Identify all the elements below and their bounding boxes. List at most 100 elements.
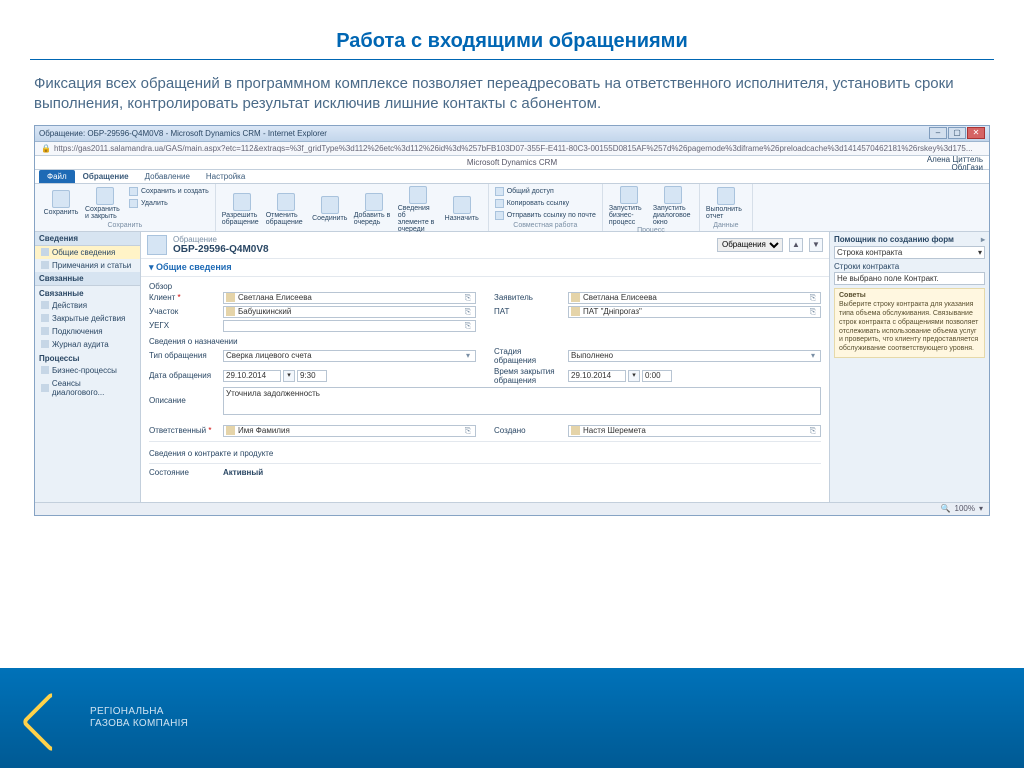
record-dropdown[interactable]: Обращения: [717, 238, 783, 252]
label-type: Тип обращения: [149, 351, 219, 360]
resolve-button[interactable]: Разрешить обращение: [222, 186, 262, 233]
person-icon: [226, 293, 235, 302]
lookup-icon[interactable]: ⎘: [808, 293, 818, 303]
assistant-close-icon[interactable]: ▸: [981, 235, 985, 244]
field-pat[interactable]: ПАТ "Дніпрогаз"⎘: [568, 306, 821, 318]
nav-item-notes[interactable]: Примечания и статьи: [35, 259, 140, 272]
connect-button[interactable]: Соединить: [310, 186, 350, 233]
nav-header-details: Сведения: [35, 232, 140, 246]
field-owner[interactable]: Имя Фамилия⎘: [223, 425, 476, 437]
save-new-button[interactable]: Сохранить и создать: [129, 186, 209, 197]
next-record-button[interactable]: ▼: [809, 238, 823, 252]
cancel-case-button[interactable]: Отменить обращение: [266, 186, 306, 233]
lookup-icon[interactable]: ⎘: [463, 426, 473, 436]
save-close-button[interactable]: Сохранить и закрыть: [85, 186, 125, 221]
section-general[interactable]: ▾ Общие сведения: [141, 259, 829, 277]
prev-record-button[interactable]: ▲: [789, 238, 803, 252]
assign-button[interactable]: Назначить: [442, 186, 482, 233]
tab-customize[interactable]: Настройка: [198, 170, 253, 183]
zoom-level: 100%: [955, 504, 975, 513]
lookup-icon[interactable]: ⎘: [463, 307, 473, 317]
label-created: Создано: [494, 426, 564, 435]
main-form: Обращение ОБР-29596-Q4M0V8 Обращения ▲ ▼…: [141, 232, 829, 502]
window-title: Обращение: ОБР-29596-Q4M0V8 - Microsoft …: [39, 129, 327, 138]
address-bar[interactable]: 🔒 https://gas2011.salamandra.ua/GAS/main…: [35, 142, 989, 156]
nav-item-closed-activities[interactable]: Закрытые действия: [35, 312, 140, 325]
field-description[interactable]: Уточнила задолженность: [223, 387, 821, 415]
cancel-icon: [277, 193, 295, 211]
field-client[interactable]: Светлана Елисеева⎘: [223, 292, 476, 304]
audit-icon: [41, 340, 49, 348]
statusbar: 🔍 100% ▾: [35, 502, 989, 515]
dlg-icon: [41, 384, 49, 392]
label-close-time: Время закрытия обращения: [494, 367, 564, 385]
email-link-button[interactable]: Отправить ссылку по почте: [495, 210, 596, 221]
field-stage[interactable]: Выполнено▾: [568, 350, 821, 362]
crm-header: Microsoft Dynamics CRM Алена Циттель Обл…: [35, 156, 989, 170]
footer-line2: ГАЗОВА КОМПАНІЯ: [90, 718, 188, 731]
lookup-icon[interactable]: ⎘: [463, 321, 473, 331]
field-close-time[interactable]: 0:00: [642, 370, 672, 382]
add-queue-button[interactable]: Добавить в очередь: [354, 186, 394, 233]
lookup-icon[interactable]: ⎘: [463, 293, 473, 303]
nav-item-activities[interactable]: Действия: [35, 299, 140, 312]
label-state: Состояние: [149, 468, 219, 477]
lock-icon: 🔒: [41, 144, 51, 153]
run-workflow-button[interactable]: Запустить бизнес-процесс: [609, 186, 649, 226]
label-pat: ПАТ: [494, 307, 564, 316]
case-icon: [147, 235, 167, 255]
nav-item-general[interactable]: Общие сведения: [35, 246, 140, 259]
slide-footer: РЕГІОНАЛЬНА ГАЗОВА КОМПАНІЯ: [0, 668, 1024, 768]
save-button[interactable]: Сохранить: [41, 186, 81, 221]
field-uegh[interactable]: ⎘: [223, 320, 476, 332]
chevron-down-icon[interactable]: ▾: [808, 351, 818, 360]
group-save-label: Сохранить: [41, 221, 209, 229]
field-area[interactable]: Бабушкинский⎘: [223, 306, 476, 318]
queue-icon: [365, 193, 383, 211]
calendar-icon[interactable]: ▾: [283, 370, 295, 382]
assistant-title: Помощник по созданию форм: [834, 235, 954, 244]
tab-add[interactable]: Добавление: [137, 170, 198, 183]
copy-link-button[interactable]: Копировать ссылку: [495, 198, 596, 209]
field-date[interactable]: 29.10.2014: [223, 370, 281, 382]
nav-item-workflows[interactable]: Бизнес-процессы: [35, 364, 140, 377]
nav-item-audit[interactable]: Журнал аудита: [35, 338, 140, 351]
label-uegh: УЕГХ: [149, 321, 219, 330]
maximize-button[interactable]: ▢: [948, 127, 966, 139]
record-name: ОБР-29596-Q4M0V8: [173, 244, 269, 255]
calendar-icon[interactable]: ▾: [628, 370, 640, 382]
slide-description: Фиксация всех обращений в программном ко…: [0, 74, 1024, 125]
tab-file[interactable]: Файл: [39, 170, 75, 183]
field-created[interactable]: Настя Шеремета⎘: [568, 425, 821, 437]
person-icon: [571, 293, 580, 302]
run-report-button[interactable]: Выполнить отчет: [706, 186, 746, 221]
person-icon: [226, 426, 235, 435]
field-applicant[interactable]: Светлана Елисеева⎘: [568, 292, 821, 304]
chevron-down-icon[interactable]: ▾: [463, 351, 473, 360]
field-time[interactable]: 9:30: [297, 370, 327, 382]
tab-case[interactable]: Обращение: [75, 170, 137, 183]
share-button[interactable]: Общий доступ: [495, 186, 596, 197]
zoom-dropdown[interactable]: ▾: [979, 504, 983, 513]
report-icon: [717, 187, 735, 205]
run-dialog-button[interactable]: Запустить диалоговое окно: [653, 186, 693, 226]
nav-item-connections[interactable]: Подключения: [35, 325, 140, 338]
subsection-contract: Сведения о контракте и продукте: [149, 446, 821, 459]
close-button[interactable]: ✕: [967, 127, 985, 139]
url-text: https://gas2011.salamandra.ua/GAS/main.a…: [54, 144, 973, 153]
zoom-icon[interactable]: 🔍: [941, 504, 951, 513]
dialog-icon: [664, 186, 682, 204]
lookup-icon[interactable]: ⎘: [808, 426, 818, 436]
assistant-dropdown-2[interactable]: Не выбрано поле Контракт.: [834, 272, 985, 285]
tip-text: Выберите строку контракта для указания т…: [839, 301, 980, 354]
queue-item-button[interactable]: Сведения об элементе в очереди: [398, 186, 438, 233]
label-date: Дата обращения: [149, 371, 219, 380]
doc-icon: [41, 248, 49, 256]
field-type[interactable]: Сверка лицевого счета▾: [223, 350, 476, 362]
lookup-icon[interactable]: ⎘: [808, 307, 818, 317]
assistant-dropdown-1[interactable]: Строка контракта▾: [834, 246, 985, 259]
nav-item-dialog-sessions[interactable]: Сеансы диалогового...: [35, 377, 140, 399]
delete-button[interactable]: Удалить: [129, 198, 209, 209]
minimize-button[interactable]: –: [929, 127, 947, 139]
field-close-date[interactable]: 29.10.2014: [568, 370, 626, 382]
